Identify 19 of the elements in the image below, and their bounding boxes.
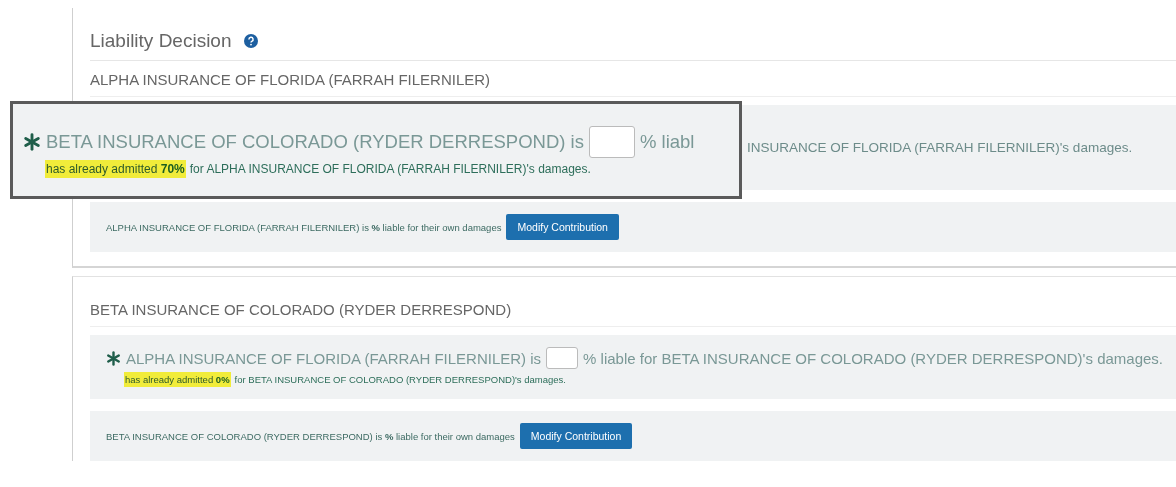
claim-text: ALPHA INSURANCE OF FLORIDA (FARRAH FILERNILER) is	[126, 349, 542, 367]
section-title: BETA INSURANCE OF COLORADO (RYDER DERRESPOND)	[90, 277, 1176, 327]
section-title: ALPHA INSURANCE OF FLORIDA (FARRAH FILERNILER)	[90, 61, 1176, 97]
own-liability-text: ALPHA INSURANCE OF FLORIDA (FARRAH FILERNILER) is % liable for their own damages	[106, 221, 502, 233]
claim-text: % liable for BETA INSURANCE OF COLORADO (RYDER DERRESPOND)'s damages.	[583, 349, 1164, 367]
claim-text: % liabl	[639, 131, 695, 153]
modify-contribution-button[interactable]: Modify Contribution	[506, 214, 619, 240]
admitted-highlight: has already admitted 0%	[124, 372, 231, 387]
claim-text: INSURANCE OF FLORIDA (FARRAH FILERNILER)'s damages.	[747, 140, 1133, 155]
percent-input[interactable]	[588, 126, 635, 158]
page-title: Liability Decision	[90, 30, 232, 52]
claim-text: BETA INSURANCE OF COLORADO (RYDER DERRESPOND) is	[46, 131, 584, 153]
percent-input[interactable]	[546, 347, 579, 369]
admitted-text: for ALPHA INSURANCE OF FLORIDA (FARRAH FILERNILER)'s damages.	[189, 162, 591, 176]
help-icon[interactable]	[243, 34, 258, 48]
admitted-text: for BETA INSURANCE OF COLORADO (RYDER DERRESPOND)'s damages.	[234, 374, 566, 385]
own-liability-text: BETA INSURANCE OF COLORADO (RYDER DERRESPOND) is % liable for their own damages	[106, 430, 515, 442]
admitted-highlight: has already admitted 70%	[45, 160, 186, 178]
modify-contribution-button[interactable]: Modify Contribution	[519, 423, 633, 449]
